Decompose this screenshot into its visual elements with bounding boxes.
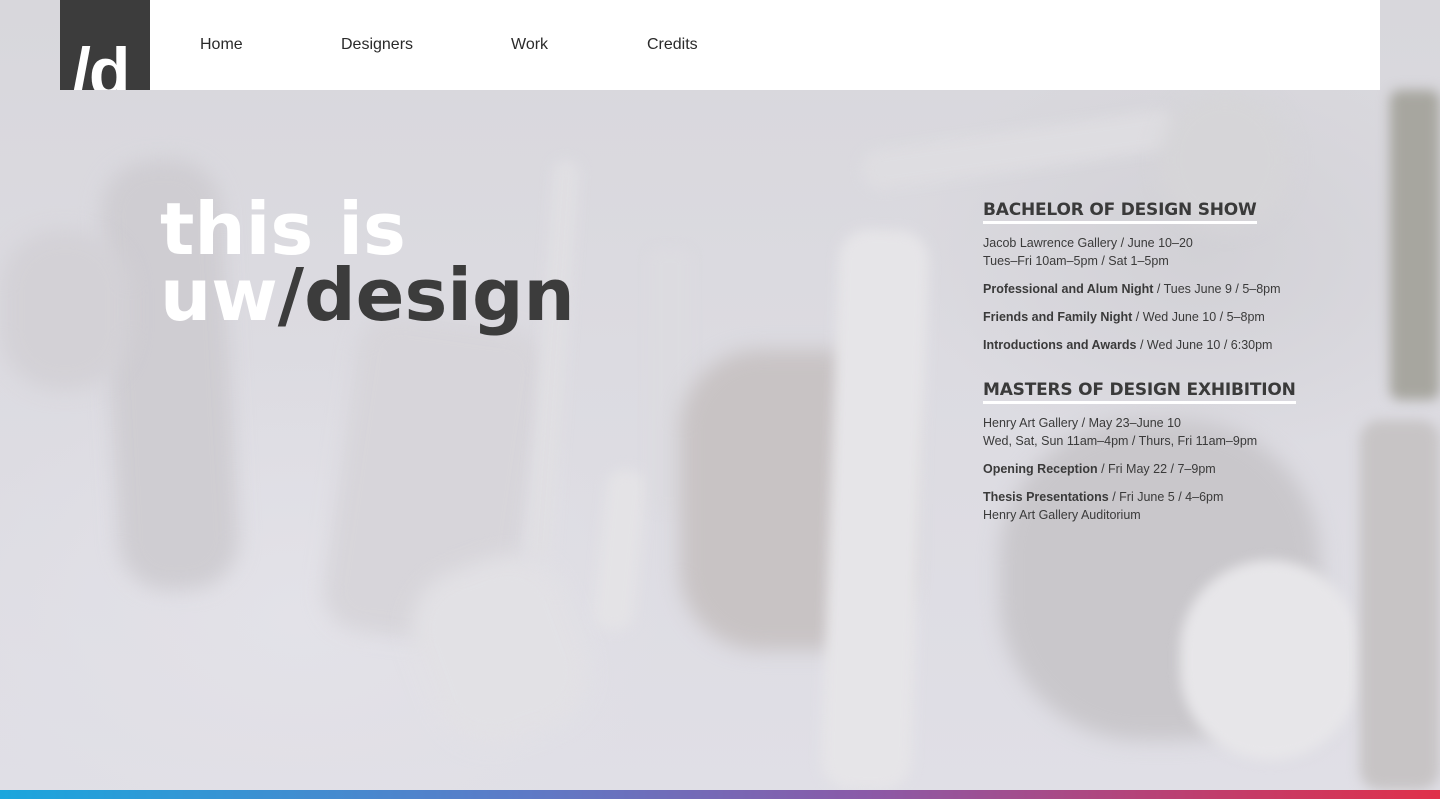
nav-work-link[interactable]: Work <box>511 36 548 54</box>
bachelor-section: BACHELOR OF DESIGN SHOW Jacob Lawrence G… <box>983 200 1403 354</box>
event-name: Thesis Presentations <box>983 490 1109 504</box>
event-item: Professional and Alum Night / Tues June … <box>983 280 1403 298</box>
hero-title-line2: uw/design <box>160 259 575 331</box>
gradient-footer-bar <box>0 790 1440 799</box>
event-detail: / Tues June 9 / 5–8pm <box>1153 282 1281 296</box>
masters-venue: Henry Art Gallery / May 23–June 10 <box>983 416 1182 430</box>
masters-heading[interactable]: MASTERS OF DESIGN EXHIBITION <box>983 380 1296 404</box>
bachelor-venue: Jacob Lawrence Gallery / June 10–20 <box>983 236 1193 250</box>
masters-venue-block: Henry Art Gallery / May 23–June 10 Wed, … <box>983 414 1403 450</box>
event-location: Henry Art Gallery Auditorium <box>983 508 1141 522</box>
event-item: Opening Reception / Fri May 22 / 7–9pm <box>983 460 1403 478</box>
masters-section: MASTERS OF DESIGN EXHIBITION Henry Art G… <box>983 380 1403 524</box>
event-item: Introductions and Awards / Wed June 10 /… <box>983 336 1403 354</box>
hero-title-design: /design <box>277 253 575 337</box>
nav-home-link[interactable]: Home <box>200 36 243 54</box>
nav-credits-link[interactable]: Credits <box>647 36 698 54</box>
event-name: Friends and Family Night <box>983 310 1133 324</box>
hero-title-uw: uw <box>160 253 278 337</box>
main-nav: Home Designers Work Credits <box>150 0 1380 90</box>
bachelor-hours: Tues–Fri 10am–5pm / Sat 1–5pm <box>983 254 1169 268</box>
event-item: Friends and Family Night / Wed June 10 /… <box>983 308 1403 326</box>
event-detail: / Fri May 22 / 7–9pm <box>1097 462 1216 476</box>
event-item: Thesis Presentations / Fri June 5 / 4–6p… <box>983 488 1403 524</box>
site-logo[interactable]: /d <box>60 0 150 90</box>
masters-hours: Wed, Sat, Sun 11am–4pm / Thurs, Fri 11am… <box>983 434 1258 448</box>
event-name: Professional and Alum Night <box>983 282 1154 296</box>
event-detail: / Fri June 5 / 4–6pm <box>1108 490 1224 504</box>
logo-mark: /d <box>72 34 130 90</box>
event-name: Introductions and Awards <box>983 338 1137 352</box>
event-name: Opening Reception <box>983 462 1098 476</box>
event-detail: / Wed June 10 / 5–8pm <box>1132 310 1265 324</box>
nav-designers-link[interactable]: Designers <box>341 36 413 54</box>
bachelor-venue-block: Jacob Lawrence Gallery / June 10–20 Tues… <box>983 234 1403 270</box>
events-panel: BACHELOR OF DESIGN SHOW Jacob Lawrence G… <box>983 200 1403 524</box>
bachelor-heading[interactable]: BACHELOR OF DESIGN SHOW <box>983 200 1257 224</box>
page: /d Home Designers Work Credits this is u… <box>0 0 1440 799</box>
event-detail: / Wed June 10 / 6:30pm <box>1136 338 1273 352</box>
